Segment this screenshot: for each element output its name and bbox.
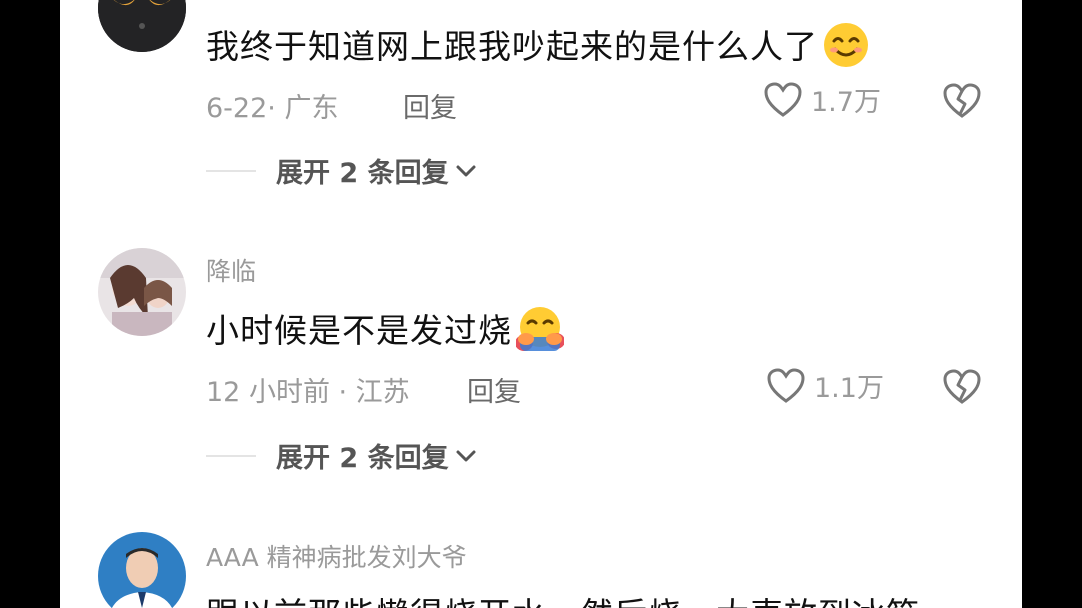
expand-replies-button[interactable]: 展开 2 条回复 [206,436,477,475]
divider-line [206,169,256,172]
chevron-down-icon [456,165,476,176]
avatar[interactable] [98,248,186,336]
expand-replies-label: 展开 2 条回复 [276,158,449,189]
like-button[interactable]: 1.7万 [763,80,881,119]
comment-meta: 12 小时前 · 江苏 [206,377,410,408]
dislike-button[interactable] [942,368,982,410]
divider-line [206,454,256,457]
hugging-face-emoji [515,305,565,361]
like-count: 1.1万 [814,373,884,404]
username[interactable]: 降临 [206,252,256,288]
username[interactable]: AAA 精神病批发刘大爷 [206,538,467,574]
avatar[interactable] [98,0,186,52]
expand-replies-button[interactable]: 展开 2 条回复 [206,151,477,190]
reply-button[interactable]: 回复 [467,370,521,409]
chevron-down-icon [456,450,476,461]
comment-meta: 6-22· 广东 [206,93,339,124]
heart-icon [767,367,805,403]
broken-heart-icon [943,83,981,118]
expand-replies-label: 展开 2 条回复 [276,443,449,474]
reply-button[interactable]: 回复 [403,86,457,125]
broken-heart-icon [943,369,981,404]
like-count: 1.7万 [811,87,881,118]
like-button[interactable]: 1.1万 [766,366,884,405]
comment-text: 小时候是不是发过烧 [206,304,565,361]
dislike-button[interactable] [942,82,982,124]
comment-text: 我终于知道网上跟我吵起来的是什么人了 [206,20,870,77]
heart-icon [764,81,802,117]
comment-text: 跟以前那些懒得烧开水，然后烧一大壶放到冰箱 [206,588,920,608]
comment-panel: 我终于知道网上跟我吵起来的是什么人了 6-22· 广东 回复 1.7万 展开 2… [60,0,1022,608]
avatar[interactable] [98,532,186,608]
smiling-face-emoji [822,21,870,77]
